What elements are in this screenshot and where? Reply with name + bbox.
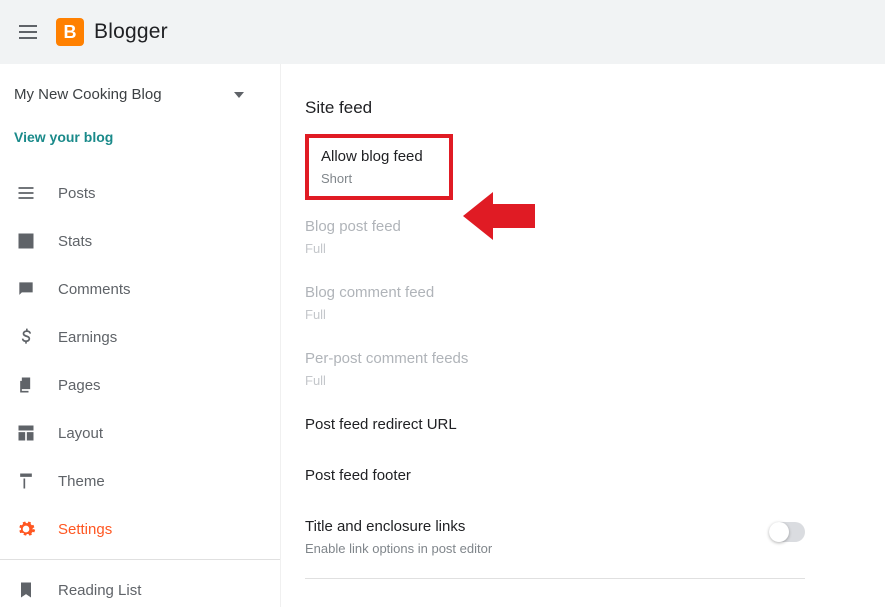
annotation-arrow-icon [463,186,543,246]
sidebar-item-label: Settings [58,521,112,538]
sidebar-item-theme[interactable]: Theme [0,457,280,505]
setting-title: Title and enclosure links [305,518,492,535]
setting-allow-blog-feed[interactable]: Allow blog feed Short [305,134,453,200]
setting-title: Post feed footer [305,467,861,484]
earnings-icon [14,325,38,349]
posts-icon [14,181,38,205]
bookmark-icon [14,578,38,602]
pages-icon [14,373,38,397]
setting-post-feed-footer[interactable]: Post feed footer [305,453,861,504]
setting-value: Short [321,171,437,186]
sidebar-item-label: Layout [58,425,103,442]
blogger-logo-icon: B [56,18,84,46]
section-title: Site feed [305,98,861,118]
sidebar-item-pages[interactable]: Pages [0,361,280,409]
setting-blog-comment-feed[interactable]: Blog comment feed Full [305,270,861,336]
setting-title: Post feed redirect URL [305,416,861,433]
logo-block[interactable]: B Blogger [56,18,168,46]
enclosure-links-toggle[interactable] [769,522,805,542]
setting-subtitle: Enable link options in post editor [305,541,492,556]
sidebar-item-label: Theme [58,473,105,490]
top-bar: B Blogger [0,0,885,64]
setting-title: Blog comment feed [305,284,861,301]
sidebar-item-settings[interactable]: Settings [0,505,280,553]
nav: Posts Stats Comments Earnings [0,169,280,614]
sidebar-item-layout[interactable]: Layout [0,409,280,457]
setting-title-enclosure-links: Title and enclosure links Enable link op… [305,504,861,570]
sidebar-item-label: Earnings [58,329,117,346]
stats-icon [14,229,38,253]
blog-selector-name: My New Cooking Blog [14,86,162,103]
setting-per-post-comment-feeds[interactable]: Per-post comment feeds Full [305,336,861,402]
sidebar-item-label: Reading List [58,582,141,599]
setting-value: Full [305,241,861,256]
sidebar-item-posts[interactable]: Posts [0,169,280,217]
setting-title: Allow blog feed [321,148,437,165]
sidebar-item-label: Comments [58,281,131,298]
menu-icon[interactable] [16,20,40,44]
setting-blog-post-feed[interactable]: Blog post feed Full [305,204,861,270]
sidebar-item-label: Pages [58,377,101,394]
chevron-down-icon [234,92,244,98]
nav-divider [0,559,280,560]
sidebar-item-label: Stats [58,233,92,250]
view-blog-link[interactable]: View your blog [0,107,127,169]
layout-icon [14,421,38,445]
setting-value: Full [305,373,861,388]
sidebar-item-comments[interactable]: Comments [0,265,280,313]
settings-icon [14,517,38,541]
setting-post-feed-redirect-url[interactable]: Post feed redirect URL [305,402,861,453]
main-content: Site feed Allow blog feed Short Blog pos… [280,64,885,607]
setting-value: Full [305,307,861,322]
comments-icon [14,277,38,301]
sidebar-item-stats[interactable]: Stats [0,217,280,265]
sidebar-item-label: Posts [58,185,96,202]
sidebar-item-earnings[interactable]: Earnings [0,313,280,361]
blog-selector[interactable]: My New Cooking Blog [0,82,280,107]
setting-title: Per-post comment feeds [305,350,861,367]
setting-title: Blog post feed [305,218,861,235]
theme-icon [14,469,38,493]
sidebar: My New Cooking Blog View your blog Posts… [0,64,280,607]
brand-name: Blogger [94,20,168,44]
section-divider [305,578,805,579]
